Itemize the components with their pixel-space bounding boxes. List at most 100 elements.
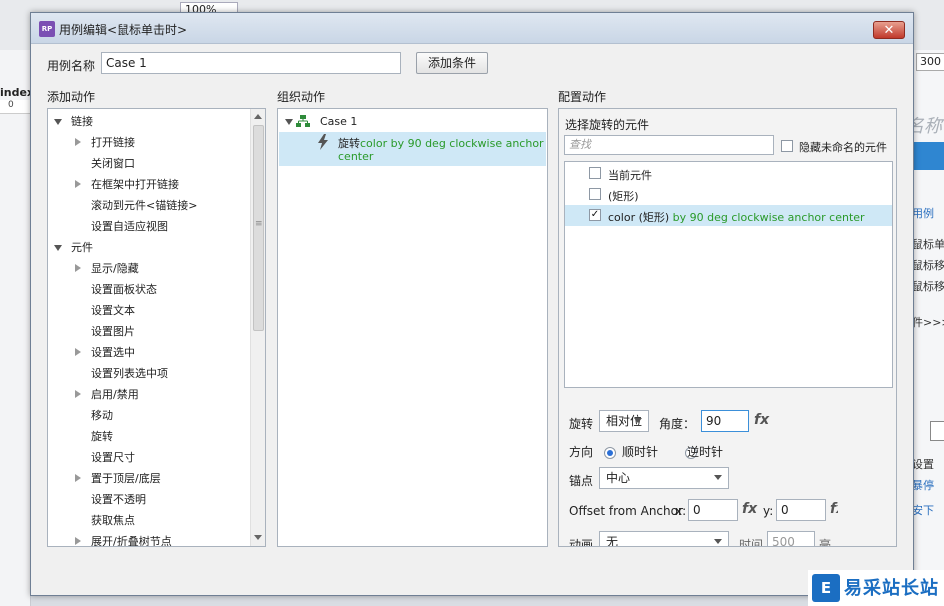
widget-checkbox[interactable]: ✓ [589,209,601,221]
site-logo-icon: E [812,574,840,602]
expand-icon[interactable] [75,264,81,272]
add-condition-button[interactable]: 添加条件 [416,52,488,74]
clockwise-label: 顺时针 [622,445,659,459]
clockwise-radio[interactable] [604,446,616,459]
widget-checkbox[interactable] [589,188,601,200]
configure-action-header: 配置动作 [558,90,607,104]
page-tab-index[interactable]: index [0,86,34,99]
time-unit: 毫 [819,538,832,547]
action-name: 旋转 [338,137,360,150]
close-button[interactable]: ✕ [873,21,905,39]
dialog-titlebar[interactable]: RP 用例编辑<鼠标单击时> ✕ [31,13,913,44]
action-item[interactable]: 打开链接 [48,132,250,153]
animate-select[interactable]: 无 [599,531,729,546]
action-item-label: 设置不透明 [91,493,146,506]
event-mouseenter[interactable]: 鼠标移入 [912,257,944,273]
action-item[interactable]: 旋转 [48,426,250,447]
action-item[interactable]: 元件 [48,237,250,258]
action-item[interactable]: 设置不透明 [48,489,250,510]
action-item-label: 显示/隐藏 [91,262,139,275]
action-item-label: 打开链接 [91,136,135,149]
search-input[interactable]: 查找 [564,135,774,155]
direction-label: 方向 [569,445,594,459]
widget-row[interactable]: 当前元件 [565,163,892,184]
scroll-down-icon[interactable] [254,535,262,540]
width-input[interactable]: 300 [916,53,944,71]
action-item[interactable]: 滚动到元件<锚链接> [48,195,250,216]
tree-scrollbar[interactable]: ≡ [250,109,265,546]
right-link-stop[interactable]: 暴停 [912,477,934,493]
action-item[interactable]: 设置图片 [48,321,250,342]
expand-icon[interactable] [54,119,62,125]
chevron-down-icon [714,475,722,480]
watermark-text: 易采站长站 [844,578,939,599]
offset-label: Offset from Anchor [569,504,683,518]
more-events-link[interactable]: 件>>> [912,314,944,330]
offset-x-input[interactable]: 0 [688,499,738,521]
widget-row[interactable]: (矩形) [565,184,892,205]
offset-x-fx-icon[interactable]: fx [742,501,757,517]
hide-unnamed-label: 隐藏未命名的元件 [799,141,887,154]
action-item[interactable]: 设置自适应视图 [48,216,250,237]
rotate-action-node[interactable]: 旋转color by 90 deg clockwise anchor cente… [279,132,546,166]
action-item-label: 链接 [71,115,93,128]
action-item[interactable]: 在框架中打开链接 [48,174,250,195]
offset-y-input[interactable]: 0 [776,499,826,521]
action-item-label: 设置选中 [91,346,135,359]
case-name-input[interactable]: Case 1 [101,52,401,74]
action-item-label: 设置面板状态 [91,283,157,296]
event-mouseleave[interactable]: 鼠标移出 [912,278,944,294]
action-item[interactable]: 启用/禁用 [48,384,250,405]
anchor-label: 锚点 [569,474,594,488]
expand-icon[interactable] [75,138,81,146]
action-item-label: 设置文本 [91,304,135,317]
lightning-icon [318,134,328,150]
offset-y-fx-icon[interactable]: fx [830,501,838,517]
counterclockwise-label: 逆时针 [687,445,724,459]
action-item[interactable]: 设置文本 [48,300,250,321]
action-item[interactable]: 展开/折叠树节点 [48,531,250,546]
rotate-mode-select[interactable]: 相对位 [599,410,649,432]
expand-icon[interactable] [75,390,81,398]
ruler: 0 [0,100,30,114]
angle-fx-icon[interactable]: fx [754,412,769,428]
scroll-up-icon[interactable] [254,114,262,119]
hide-unnamed-checkbox[interactable] [781,140,793,152]
case-name-label: 用例名称 [47,59,96,73]
case-editor-dialog: RP 用例编辑<鼠标单击时> ✕ 用例名称 Case 1 添加条件 添加动作 组… [30,12,914,596]
case-tree-icon [296,115,310,127]
case-node[interactable]: Case 1 [278,111,547,132]
action-item-label: 置于顶层/底层 [91,472,161,485]
anchor-select[interactable]: 中心 [599,467,729,489]
collapse-icon[interactable] [285,119,293,125]
expand-icon[interactable] [54,245,62,251]
action-item[interactable]: 关闭窗口 [48,153,250,174]
widget-row[interactable]: ✓ color (矩形) by 90 deg clockwise anchor c… [565,205,892,226]
action-item[interactable]: 获取焦点 [48,510,250,531]
widget-rows: 当前元件 (矩形) ✓ color (矩形) by 90 deg clockwise … [565,162,892,387]
dialog-title: 用例编辑<鼠标单击时> [59,23,188,37]
action-detail-cont: center [338,150,374,163]
action-item[interactable]: 设置面板状态 [48,279,250,300]
action-item[interactable]: 显示/隐藏 [48,258,250,279]
angle-input[interactable]: 90 [701,410,749,432]
time-input[interactable]: 500 [767,531,815,546]
action-item[interactable]: 设置选中 [48,342,250,363]
action-item[interactable]: 链接 [48,111,250,132]
expand-icon[interactable] [75,474,81,482]
action-item[interactable]: 移动 [48,405,250,426]
right-checkbox[interactable] [930,421,944,441]
expand-icon[interactable] [75,180,81,188]
action-item[interactable]: 置于顶层/底层 [48,468,250,489]
right-link-down[interactable]: 安下 [912,502,934,518]
event-onclick[interactable]: 鼠标单击 [912,236,944,252]
interactions-tab[interactable] [910,142,944,170]
add-case-link[interactable]: 用例 [912,205,934,221]
expand-icon[interactable] [75,348,81,356]
action-item[interactable]: 设置尺寸 [48,447,250,468]
widget-checkbox[interactable] [589,167,601,179]
expand-icon[interactable] [75,537,81,545]
widget-name: color (矩形) [608,211,670,224]
action-item[interactable]: 设置列表选中项 [48,363,250,384]
action-text: 旋转color by 90 deg clockwise anchor [338,135,544,151]
